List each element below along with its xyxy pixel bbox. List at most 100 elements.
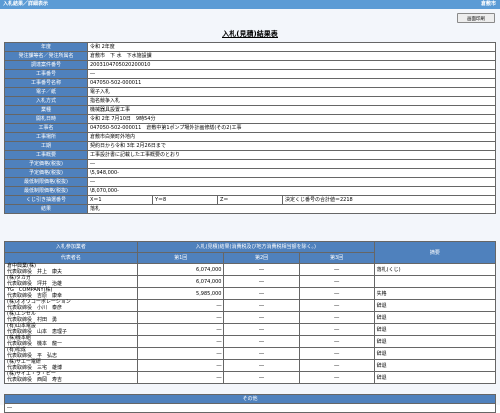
bids-table: 入札参加業者 入札(見積)結果(消費税及び地方消費税相当額を除く。) 摘要 代表… (4, 241, 497, 384)
bid-remark: 失格 (373, 287, 497, 300)
bid-amount-r2: ― (223, 287, 300, 300)
info-value: \8,070,000- (87, 186, 496, 196)
print-screen-button[interactable]: 画面印刷 (457, 13, 495, 23)
info-label: 工事場所 (4, 132, 88, 142)
col-round3: 第3回 (298, 252, 375, 264)
bid-remark (373, 275, 497, 288)
table-row: (株)オオワコーポレーション 代表取締役 小川 泰彦 ― ― ― 辞退 (4, 299, 497, 312)
info-label: 工事概要 (4, 150, 88, 160)
bid-amount-r3: ― (298, 275, 375, 288)
table-row: (株)タカガ 代表取締役 坪井 治雄 6,074,000 ― ― (4, 275, 497, 288)
info-row: 工期 契約日から令和 3年 2月26日まで (4, 141, 496, 151)
col-group: 入札(見積)結果(消費税及び地方消費税相当額を除く。) (136, 241, 375, 253)
info-label: 工事番号 (4, 69, 88, 79)
info-value: ― (87, 177, 496, 187)
info-value: 047050-502-000011 倉敷中第1ポンプ場外計画修繕(その2)工事 (87, 123, 496, 133)
bid-amount-r3: ― (298, 335, 375, 348)
info-value: 工事設計書に記載した工事概要のとおり (87, 150, 496, 160)
info-row: 開札日時 令和 2年 7月10日 9時54分 (4, 114, 496, 124)
bidder-name: (株)エンセル 代表取締役 村田 勇 (4, 311, 138, 324)
info-value: 令和 2年度 (87, 42, 496, 52)
info-row: 予定価格(税抜) \5,948,000- (4, 168, 496, 178)
info-row: 発注課等名／発注所属名 倉敷市 下 水 下水施設課 (4, 51, 496, 61)
title-underline (222, 37, 278, 38)
info-row: 年度 令和 2年度 (4, 42, 496, 52)
bid-remark: 辞退 (373, 323, 497, 336)
bidder-name: YG COMPANY(株) 代表取締役 吉原 康幸 (4, 287, 138, 300)
bid-amount-r3: ― (298, 311, 375, 324)
col-round2: 第2回 (223, 252, 300, 264)
col-round1: 第1回 (136, 252, 225, 264)
bid-remark: 辞退 (373, 347, 497, 360)
header-city: 倉敷市 (480, 1, 496, 7)
info-value: 機械器具設置工事 (87, 105, 496, 115)
bid-remark: 辞退 (373, 371, 497, 384)
info-value: \5,948,000- (87, 168, 496, 178)
bidder-name: (株)機本組 代表取締役 機本 龍一 (4, 335, 138, 348)
representative-name: 代表取締役 西岡 寿吉 (7, 376, 63, 383)
bidder-name: (有)松成 代表取締役 平 弘志 (4, 347, 138, 360)
bid-amount-r2: ― (223, 263, 300, 276)
info-value: 契約日から令和 3年 2月26日まで (87, 141, 496, 151)
table-row: (有)山本電設 代表取締役 山本 恵理子 ― ― ― 辞退 (4, 323, 497, 336)
bid-amount-r2: ― (223, 335, 300, 348)
info-row: 工事名 047050-502-000011 倉敷中第1ポンプ場外計画修繕(その2)… (4, 123, 496, 133)
bid-amount-r3: ― (298, 323, 375, 336)
info-label: 最低制限価格(税抜) (4, 177, 88, 187)
bid-amount-r3: ― (298, 347, 375, 360)
bid-remark: 辞退 (373, 335, 497, 348)
info-label: 工事番号名称 (4, 78, 88, 88)
bid-amount-r1: ― (136, 359, 225, 372)
info-value: 047050-502-000011 (87, 78, 496, 88)
info-value: 2003104705020200010 (87, 60, 496, 70)
info-value: 倉敷市白楽町外地内 (87, 132, 496, 142)
info-row: 電子／紙 電子入札 (4, 87, 496, 97)
info-row: 最低制限価格(税抜) \8,070,000- (4, 186, 496, 196)
bid-amount-r1: ― (136, 347, 225, 360)
info-row: 予定価格(税抜) ― (4, 159, 496, 169)
bid-remark: 辞退 (373, 311, 497, 324)
content-area: 画面印刷 入札(見積)結果表 年度 令和 2年度 発注課等名／発注所属名 倉敷市 下 … (0, 9, 500, 413)
info-label: 年度 (4, 42, 88, 52)
kuji-z: Z＝ (217, 195, 283, 205)
info-row: 調達案件番号 2003104705020200010 (4, 60, 496, 70)
info-label: くじ引き抽選番号 (4, 195, 88, 205)
bid-amount-r1: 6,074,000 (136, 263, 225, 276)
bidder-name: (有)山本電設 代表取締役 山本 恵理子 (4, 323, 138, 336)
other-table: その他 ― (4, 394, 496, 413)
info-value: 令和 2年 7月10日 9時54分 (87, 114, 496, 124)
kuji-kuji: 決定くじ番号の合計値＝2218 (282, 195, 496, 205)
bid-remark: 辞退 (373, 299, 497, 312)
table-row: YG COMPANY(株) 代表取締役 吉原 康幸 5,985,000 ― ― 失格 (4, 287, 497, 300)
info-row: 工事場所 倉敷市白楽町外地内 (4, 132, 496, 142)
info-row: 最低制限価格(税抜) ― (4, 177, 496, 187)
info-row: くじ引き抽選番号 X＝1 Y＝8 Z＝ 決定くじ番号の合計値＝2218 (4, 195, 496, 205)
bid-amount-r2: ― (223, 359, 300, 372)
bid-amount-r1: 5,985,000 (136, 287, 225, 300)
bid-amount-r1: 6,074,000 (136, 275, 225, 288)
info-label: 発注課等名／発注所属名 (4, 51, 88, 61)
kuji-x: X＝1 (87, 195, 153, 205)
info-row: 結果 落札 (4, 204, 496, 214)
table-row: 倉中興業(株) 代表取締役 井上 康夫 6,074,000 ― ― 落札(くじ) (4, 263, 497, 276)
info-value: 落札 (87, 204, 496, 214)
bid-amount-r2: ― (223, 347, 300, 360)
bid-remark: 落札(くじ) (373, 263, 497, 276)
bidder-name: (株)タカガ 代表取締役 坪井 治雄 (4, 275, 138, 288)
info-label: 調達案件番号 (4, 60, 88, 70)
col-remarks: 摘要 (373, 241, 497, 264)
info-value: 指名競争入札 (87, 96, 496, 106)
table-row: (株)サイエ・ラ・ビー 代表取締役 西岡 寿吉 ― ― ― 辞退 (4, 371, 497, 384)
window-title: 入札結果／詳細表示 (3, 1, 49, 7)
bid-amount-r2: ― (223, 299, 300, 312)
bid-amount-r3: ― (298, 263, 375, 276)
table-row: (有)松成 代表取締役 平 弘志 ― ― ― 辞退 (4, 347, 497, 360)
table-row: (株)サエー電研 代表取締役 三宅 雄博 ― ― ― 辞退 (4, 359, 497, 372)
bidder-name: (株)サエー電研 代表取締役 三宅 雄博 (4, 359, 138, 372)
info-label: 予定価格(税抜) (4, 159, 88, 169)
bid-amount-r1: ― (136, 299, 225, 312)
table-row: (株)エンセル 代表取締役 村田 勇 ― ― ― 辞退 (4, 311, 497, 324)
info-label: 入札方式 (4, 96, 88, 106)
bid-amount-r1: ― (136, 323, 225, 336)
info-value: ― (87, 69, 496, 79)
